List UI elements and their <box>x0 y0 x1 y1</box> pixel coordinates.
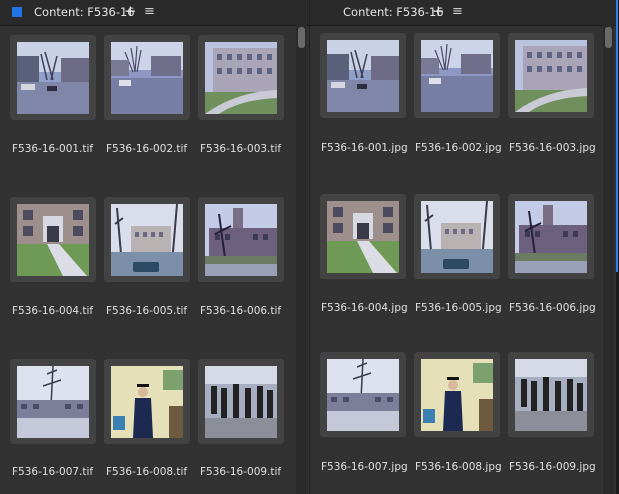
add-tab-icon[interactable]: + <box>124 2 137 20</box>
vertical-scrollbar[interactable] <box>603 25 614 494</box>
thumbnail-image <box>421 40 493 112</box>
file-name-label[interactable]: F536-16-001.tif <box>12 143 93 155</box>
file-name-label[interactable]: F536-16-006.tif <box>200 305 281 317</box>
thumbnail-tile[interactable] <box>198 197 284 282</box>
thumbnail-image <box>17 366 89 438</box>
thumbnail-image <box>515 359 587 431</box>
file-name-label[interactable]: F536-16-001.jpg <box>321 142 408 154</box>
panel-menu-icon[interactable]: ≡ <box>144 3 155 21</box>
focus-edge-highlight <box>616 0 618 272</box>
panel-header: Content: F536-16 + ≡ <box>310 0 616 26</box>
thumbnail-tile[interactable] <box>320 352 406 437</box>
file-name-label[interactable]: F536-16-003.tif <box>200 143 281 155</box>
scrollbar-thumb[interactable] <box>298 27 305 48</box>
thumbnail-image <box>111 42 183 114</box>
file-name-label[interactable]: F536-16-008.jpg <box>415 461 502 473</box>
thumbnail-tile[interactable] <box>10 35 96 120</box>
thumbnail-image <box>515 201 587 273</box>
vertical-scrollbar[interactable] <box>296 25 307 494</box>
thumbnail-image <box>111 204 183 276</box>
file-name-label[interactable]: F536-16-005.tif <box>106 305 187 317</box>
panel-title[interactable]: Content: F536-16 <box>34 5 135 19</box>
thumbnail-tile[interactable] <box>414 33 500 118</box>
scrollbar-thumb[interactable] <box>605 27 612 48</box>
thumbnail-tile[interactable] <box>104 197 190 282</box>
file-name-label[interactable]: F536-16-002.jpg <box>415 142 502 154</box>
thumbnail-image <box>17 204 89 276</box>
thumbnail-tile[interactable] <box>508 33 594 118</box>
thumbnail-tile[interactable] <box>414 194 500 279</box>
thumbnail-image <box>327 40 399 112</box>
thumbnail-image <box>205 366 277 438</box>
thumbnail-image <box>421 201 493 273</box>
file-name-label[interactable]: F536-16-006.jpg <box>509 302 596 314</box>
content-panel-jpg: Content: F536-16 + ≡ F536-16-001.jpg F53… <box>310 0 616 494</box>
content-panel-tif: Content: F536-16 + ≡ F536-16-001.tif F53… <box>0 0 309 494</box>
thumbnail-tile[interactable] <box>10 359 96 444</box>
file-name-label[interactable]: F536-16-009.jpg <box>509 461 596 473</box>
thumbnail-tile[interactable] <box>508 194 594 279</box>
panel-title[interactable]: Content: F536-16 <box>343 5 444 19</box>
thumbnail-tile[interactable] <box>508 352 594 437</box>
thumbnail-image <box>205 42 277 114</box>
thumbnail-image <box>327 201 399 273</box>
file-name-label[interactable]: F536-16-004.tif <box>12 305 93 317</box>
file-name-label[interactable]: F536-16-008.tif <box>106 466 187 478</box>
file-name-label[interactable]: F536-16-005.jpg <box>415 302 502 314</box>
file-name-label[interactable]: F536-16-009.tif <box>200 466 281 478</box>
file-name-label[interactable]: F536-16-004.jpg <box>321 302 408 314</box>
thumbnail-image <box>515 40 587 112</box>
panel-menu-icon[interactable]: ≡ <box>452 3 463 21</box>
thumbnail-image <box>421 359 493 431</box>
thumbnail-tile[interactable] <box>10 197 96 282</box>
thumbnail-image <box>17 42 89 114</box>
panel-header: Content: F536-16 + ≡ <box>0 0 309 26</box>
panel-active-indicator-icon <box>12 7 22 17</box>
thumbnail-tile[interactable] <box>104 359 190 444</box>
thumbnail-tile[interactable] <box>198 35 284 120</box>
file-name-label[interactable]: F536-16-003.jpg <box>509 142 596 154</box>
add-tab-icon[interactable]: + <box>432 2 445 20</box>
thumbnail-tile[interactable] <box>198 359 284 444</box>
thumbnail-image <box>111 366 183 438</box>
thumbnail-tile[interactable] <box>414 352 500 437</box>
file-name-label[interactable]: F536-16-002.tif <box>106 143 187 155</box>
thumbnail-tile[interactable] <box>320 194 406 279</box>
file-name-label[interactable]: F536-16-007.jpg <box>321 461 408 473</box>
file-name-label[interactable]: F536-16-007.tif <box>12 466 93 478</box>
thumbnail-image <box>327 359 399 431</box>
thumbnail-image <box>205 204 277 276</box>
thumbnail-tile[interactable] <box>320 33 406 118</box>
thumbnail-tile[interactable] <box>104 35 190 120</box>
